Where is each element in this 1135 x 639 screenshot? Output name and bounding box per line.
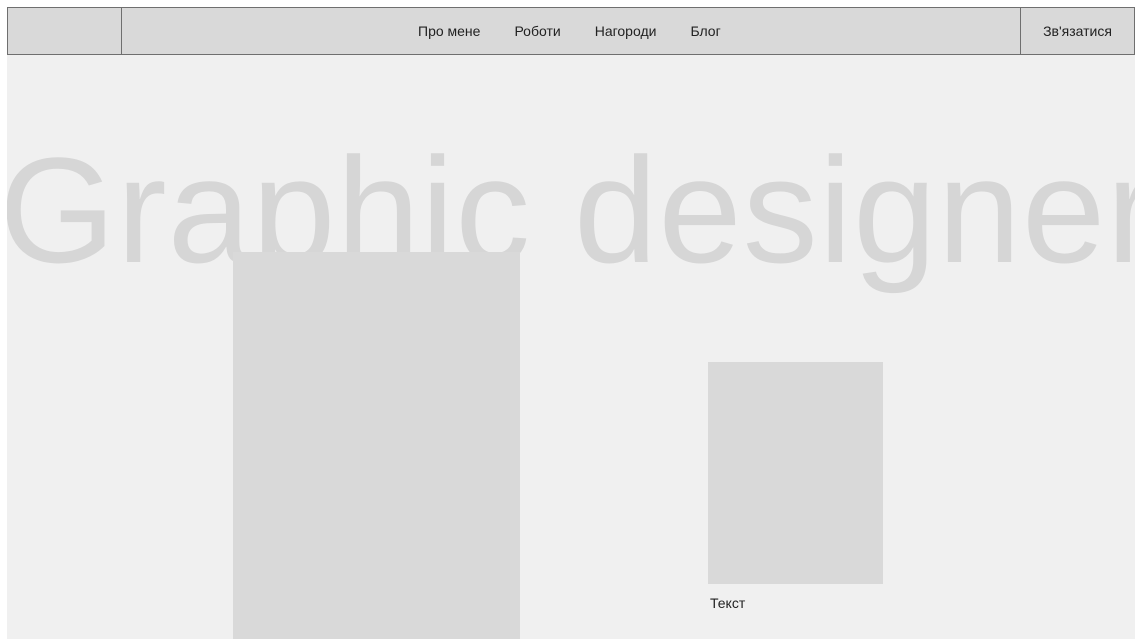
image-placeholder-small — [708, 362, 883, 584]
nav-link-blog[interactable]: Блог — [690, 23, 720, 39]
contact-button[interactable]: Зв'язатися — [1020, 8, 1134, 54]
image-placeholder-large — [233, 252, 520, 639]
hero-title: Graphic designer — [7, 126, 1135, 294]
navbar: Про мене Роботи Нагороди Блог Зв'язатися — [7, 7, 1135, 55]
page: Про мене Роботи Нагороди Блог Зв'язатися… — [7, 7, 1135, 639]
logo-placeholder[interactable] — [8, 8, 122, 54]
nav-link-works[interactable]: Роботи — [514, 23, 560, 39]
image-caption: Текст — [710, 595, 746, 611]
nav-link-about[interactable]: Про мене — [418, 23, 480, 39]
nav-menu: Про мене Роботи Нагороди Блог — [418, 8, 721, 54]
nav-link-awards[interactable]: Нагороди — [595, 23, 657, 39]
